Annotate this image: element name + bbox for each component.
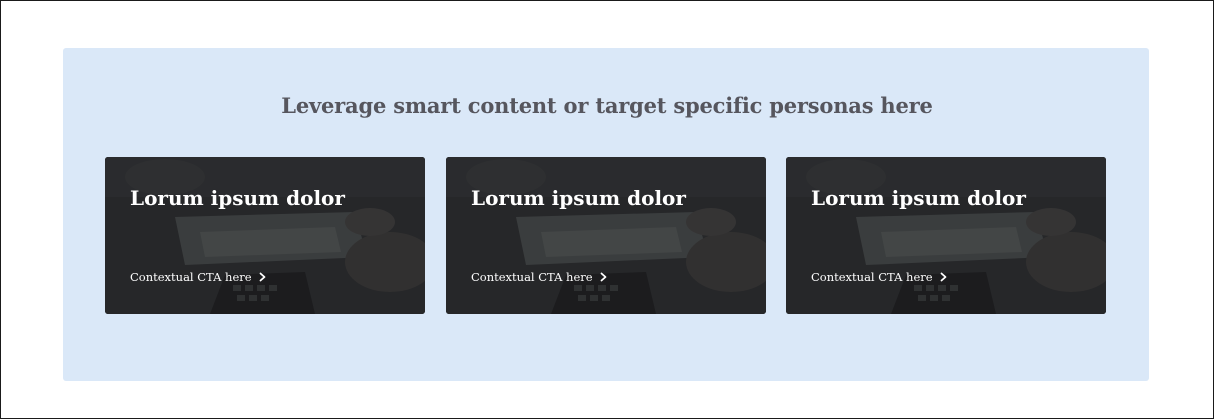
card-cta-label: Contextual CTA here: [811, 270, 933, 284]
card-cta-link[interactable]: Contextual CTA here: [130, 270, 267, 284]
chevron-right-icon: [259, 272, 265, 282]
card-background-image: [105, 157, 425, 314]
card-title: Lorum ipsum dolor: [471, 186, 686, 210]
card-cta-label: Contextual CTA here: [471, 270, 593, 284]
card-title: Lorum ipsum dolor: [811, 186, 1026, 210]
content-card[interactable]: Lorum ipsum dolor Contextual CTA here: [105, 157, 425, 314]
card-title: Lorum ipsum dolor: [130, 186, 345, 210]
chevron-right-icon: [940, 272, 946, 282]
content-card[interactable]: Lorum ipsum dolor Contextual CTA here: [446, 157, 766, 314]
card-background-image: [446, 157, 766, 314]
card-cta-link[interactable]: Contextual CTA here: [471, 270, 608, 284]
section-heading: Leverage smart content or target specifi…: [281, 93, 933, 118]
card-cta-label: Contextual CTA here: [130, 270, 252, 284]
card-cta-link[interactable]: Contextual CTA here: [811, 270, 948, 284]
card-background-image: [786, 157, 1106, 314]
content-card[interactable]: Lorum ipsum dolor Contextual CTA here: [786, 157, 1106, 314]
chevron-right-icon: [600, 272, 606, 282]
